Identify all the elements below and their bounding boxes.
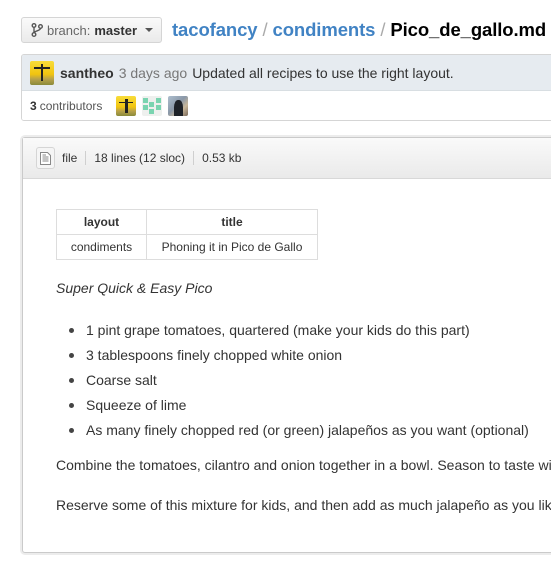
latest-commit-box: santheo 3 days ago Updated all recipes t… [21,54,551,121]
contributor-avatars [116,96,194,116]
git-branch-icon [31,23,43,37]
contributors-row: 3 contributors [22,91,551,120]
branch-selector-button[interactable]: branch: master [21,17,162,43]
file-header: file 18 lines (12 sloc) 0.53 kb [23,138,551,179]
markdown-body: layout title condiments Phoning it in Pi… [23,179,551,515]
recipe-subtitle: Super Quick & Easy Pico [56,280,213,296]
divider [193,151,195,165]
table-cell: Phoning it in Pico de Gallo [146,234,318,260]
breadcrumb-current-file: Pico_de_gallo.md [390,19,547,40]
table-header-cell: title [146,209,318,235]
contributor-avatar[interactable] [116,96,137,116]
commit-row: santheo 3 days ago Updated all recipes t… [22,55,551,91]
list-item: 3 tablespoons finely chopped white onion [69,343,551,368]
file-text-icon [36,147,55,169]
breadcrumb: tacofancy / condiments / Pico_de_gallo.m… [172,19,546,41]
table-cell: condiments [56,234,147,260]
contributor-avatar[interactable] [168,96,189,116]
chevron-down-icon [145,28,153,32]
branch-label: branch: [47,22,91,38]
commit-time: 3 days ago [118,64,188,81]
file-size: 0.53 kb [202,151,242,165]
file-viewer: file 18 lines (12 sloc) 0.53 kb layout t… [22,137,551,553]
instruction-paragraph: Combine the tomatoes, cilantro and onion… [56,457,551,473]
list-item: Coarse salt [69,368,551,393]
branch-name: master [94,22,138,38]
divider [85,151,87,165]
front-matter-table: layout title condiments Phoning it in Pi… [56,209,318,260]
table-header-cell: layout [56,209,147,235]
table-header-row: layout title [56,209,318,235]
breadcrumb-folder-link[interactable]: condiments [273,19,376,41]
table-row: condiments Phoning it in Pico de Gallo [56,234,318,260]
list-item: Squeeze of lime [69,393,551,418]
instruction-paragraph: Reserve some of this mixture for kids, a… [56,497,551,513]
list-item: As many finely chopped red (or green) ja… [69,418,551,443]
breadcrumb-repo-link[interactable]: tacofancy [172,19,258,41]
file-type: file [62,151,78,165]
repo-topbar: branch: master tacofancy / condiments / … [21,17,551,43]
contributors-count[interactable]: 3 [30,99,37,113]
commit-message-link[interactable]: Updated all recipes to use the right lay… [192,65,454,81]
file-lines: 18 lines (12 sloc) [94,151,186,165]
list-item: 1 pint grape tomatoes, quartered (make y… [69,318,551,343]
contributors-label[interactable]: contributors [40,99,103,113]
breadcrumb-separator: / [262,19,268,40]
breadcrumb-separator: / [380,19,386,40]
ingredients-list: 1 pint grape tomatoes, quartered (make y… [56,318,551,443]
contributor-avatar[interactable] [142,96,163,116]
author-avatar[interactable] [30,60,54,85]
commit-author-link[interactable]: santheo [60,65,114,81]
